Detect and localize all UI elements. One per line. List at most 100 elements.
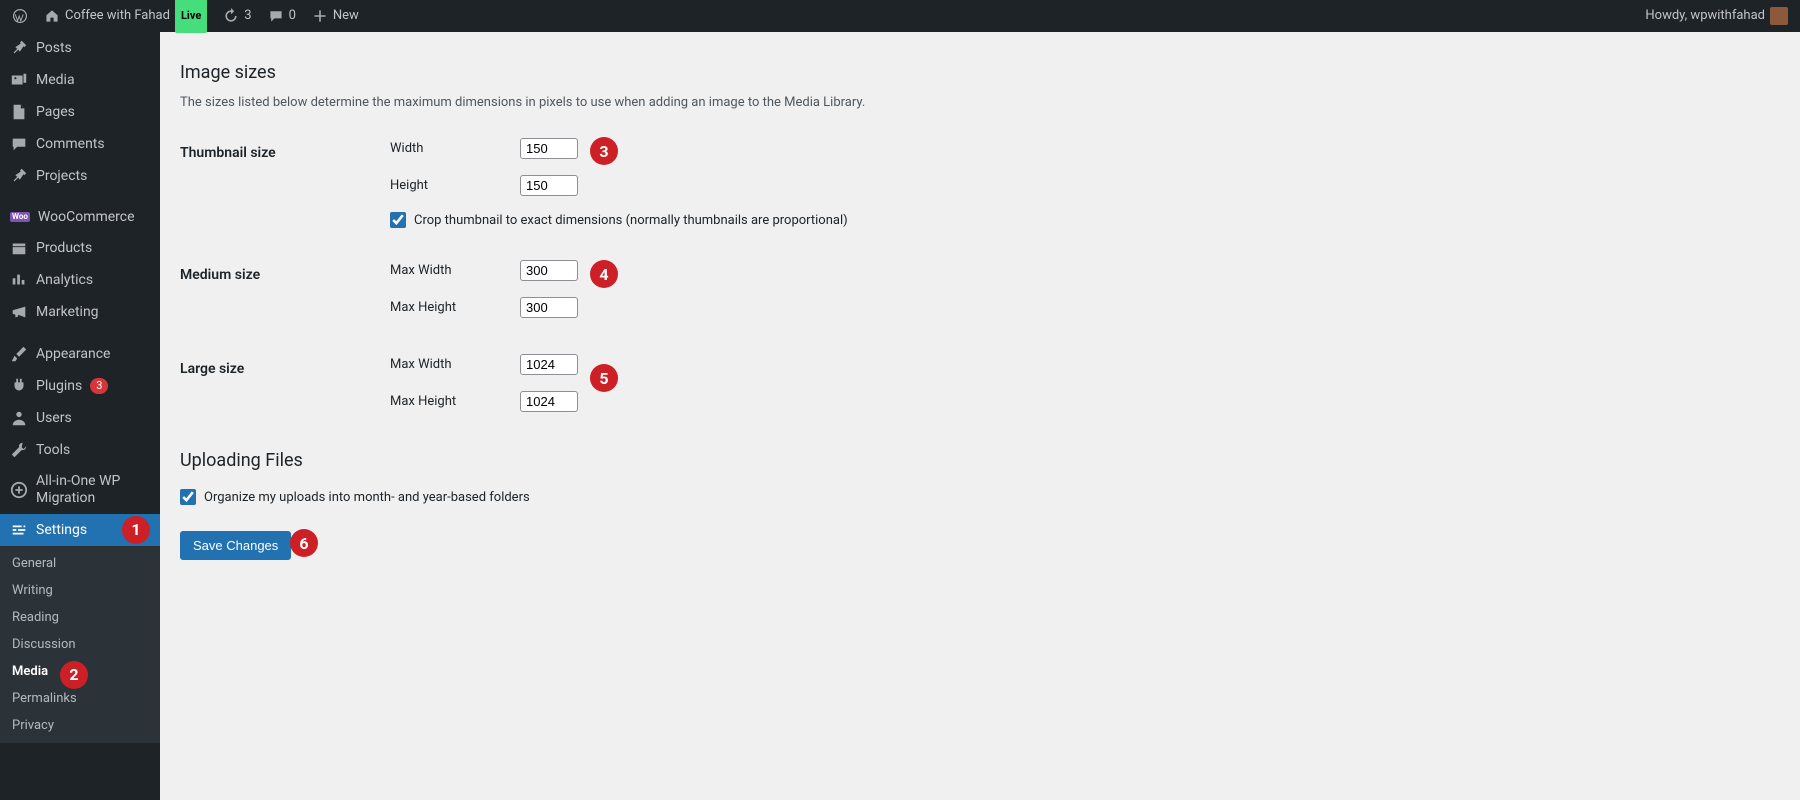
- site-link[interactable]: Coffee with Fahad Live: [38, 0, 213, 33]
- home-icon: [44, 8, 60, 24]
- admin-sidebar: Posts Media Pages Comments Projects Woo …: [0, 32, 160, 800]
- row-heading-thumbnail: Thumbnail size: [180, 130, 380, 236]
- comments-count: 0: [289, 0, 296, 32]
- sidebar-label: All-in-One WP Migration: [36, 473, 150, 507]
- settings-media-panel: Image sizes The sizes listed below deter…: [160, 32, 1800, 800]
- sidebar-item-settings[interactable]: Settings 1: [0, 514, 160, 546]
- sidebar-label: Plugins: [36, 378, 82, 394]
- row-heading-large: Large size: [180, 346, 380, 420]
- submenu-permalinks[interactable]: Permalinks: [0, 685, 160, 712]
- site-title: Coffee with Fahad: [65, 0, 170, 32]
- submenu-reading[interactable]: Reading: [0, 604, 160, 631]
- save-changes-button[interactable]: Save Changes: [180, 531, 291, 560]
- updates-count: 3: [244, 0, 251, 32]
- thumbnail-crop-checkbox[interactable]: [390, 212, 406, 228]
- sidebar-item-plugins[interactable]: Plugins 3: [0, 370, 160, 402]
- sliders-icon: [10, 521, 28, 539]
- label-medium-maxw: Max Width: [380, 252, 510, 289]
- refresh-icon: [223, 8, 239, 24]
- sidebar-item-comments[interactable]: Comments: [0, 128, 160, 160]
- sidebar-label: Pages: [36, 104, 75, 120]
- new-content-link[interactable]: New: [306, 0, 365, 32]
- wp-logo[interactable]: [6, 8, 34, 24]
- wordpress-icon: [12, 8, 28, 24]
- comments-link[interactable]: 0: [262, 0, 302, 32]
- annotation-5: 5: [590, 364, 618, 392]
- sidebar-label: Users: [36, 410, 72, 426]
- sidebar-label: WooCommerce: [38, 209, 135, 225]
- submenu-writing[interactable]: Writing: [0, 577, 160, 604]
- sidebar-item-media[interactable]: Media: [0, 64, 160, 96]
- sidebar-item-appearance[interactable]: Appearance: [0, 338, 160, 370]
- plug-icon: [10, 377, 28, 395]
- comment-icon: [268, 8, 284, 24]
- sidebar-label: Appearance: [36, 346, 110, 362]
- live-badge: Live: [175, 0, 207, 33]
- organize-uploads-checkbox[interactable]: [180, 489, 196, 505]
- submenu-discussion[interactable]: Discussion: [0, 631, 160, 658]
- label-height: Height: [380, 167, 510, 204]
- sidebar-item-tools[interactable]: Tools: [0, 434, 160, 466]
- sidebar-item-analytics[interactable]: Analytics: [0, 264, 160, 296]
- annotation-2: 2: [60, 661, 88, 689]
- sidebar-label: Analytics: [36, 272, 93, 288]
- large-width-input[interactable]: [520, 354, 578, 375]
- sidebar-label: Comments: [36, 136, 105, 152]
- annotation-6: 6: [290, 529, 318, 557]
- thumbnail-crop-label: Crop thumbnail to exact dimensions (norm…: [414, 213, 848, 228]
- sidebar-item-allinone[interactable]: All-in-One WP Migration: [0, 466, 160, 514]
- submenu-privacy[interactable]: Privacy: [0, 712, 160, 739]
- wrench-icon: [10, 441, 28, 459]
- settings-submenu: General Writing Reading Discussion Media…: [0, 546, 160, 743]
- migrate-icon: [10, 481, 28, 499]
- woo-icon: Woo: [10, 212, 30, 222]
- sidebar-label: Tools: [36, 442, 70, 458]
- submenu-general[interactable]: General: [0, 550, 160, 577]
- sidebar-item-products[interactable]: Products: [0, 232, 160, 264]
- organize-uploads-label: Organize my uploads into month- and year…: [204, 490, 530, 505]
- heading-uploading: Uploading Files: [180, 450, 1780, 471]
- label-width: Width: [380, 130, 510, 167]
- label-large-maxh: Max Height: [380, 383, 510, 420]
- user-icon: [10, 409, 28, 427]
- sidebar-label: Projects: [36, 168, 87, 184]
- annotation-3: 3: [590, 137, 618, 165]
- new-label: New: [333, 0, 359, 32]
- admin-toolbar: Coffee with Fahad Live 3 0 New Howdy, wp…: [0, 0, 1800, 32]
- organize-uploads-row[interactable]: Organize my uploads into month- and year…: [180, 489, 1780, 505]
- plugins-update-count: 3: [90, 378, 108, 394]
- sidebar-label: Posts: [36, 40, 72, 56]
- sidebar-label: Marketing: [36, 304, 99, 320]
- avatar: [1770, 7, 1788, 25]
- thumbnail-height-input[interactable]: [520, 175, 578, 196]
- row-heading-medium: Medium size: [180, 252, 380, 326]
- sidebar-item-posts[interactable]: Posts: [0, 32, 160, 64]
- my-account[interactable]: Howdy, wpwithfahad: [1639, 0, 1794, 32]
- heading-image-sizes: Image sizes: [180, 62, 1780, 83]
- pages-icon: [10, 103, 28, 121]
- pin-icon: [10, 167, 28, 185]
- plus-icon: [312, 8, 328, 24]
- sidebar-item-pages[interactable]: Pages: [0, 96, 160, 128]
- label-large-maxw: Max Width: [380, 346, 510, 383]
- medium-width-input[interactable]: [520, 260, 578, 281]
- sidebar-item-marketing[interactable]: Marketing: [0, 296, 160, 328]
- products-icon: [10, 239, 28, 257]
- sidebar-item-users[interactable]: Users: [0, 402, 160, 434]
- howdy-text: Howdy, wpwithfahad: [1645, 0, 1765, 32]
- medium-height-input[interactable]: [520, 297, 578, 318]
- desc-image-sizes: The sizes listed below determine the max…: [180, 95, 1780, 110]
- sidebar-item-projects[interactable]: Projects: [0, 160, 160, 192]
- large-height-input[interactable]: [520, 391, 578, 412]
- comment-icon: [10, 135, 28, 153]
- sidebar-item-woocommerce[interactable]: Woo WooCommerce: [0, 202, 160, 232]
- pin-icon: [10, 39, 28, 57]
- annotation-1: 1: [122, 516, 150, 544]
- sidebar-label: Products: [36, 240, 92, 256]
- label-medium-maxh: Max Height: [380, 289, 510, 326]
- thumbnail-width-input[interactable]: [520, 138, 578, 159]
- updates-link[interactable]: 3: [217, 0, 257, 32]
- brush-icon: [10, 345, 28, 363]
- annotation-4: 4: [590, 260, 618, 288]
- thumbnail-crop-row[interactable]: Crop thumbnail to exact dimensions (norm…: [390, 212, 1770, 228]
